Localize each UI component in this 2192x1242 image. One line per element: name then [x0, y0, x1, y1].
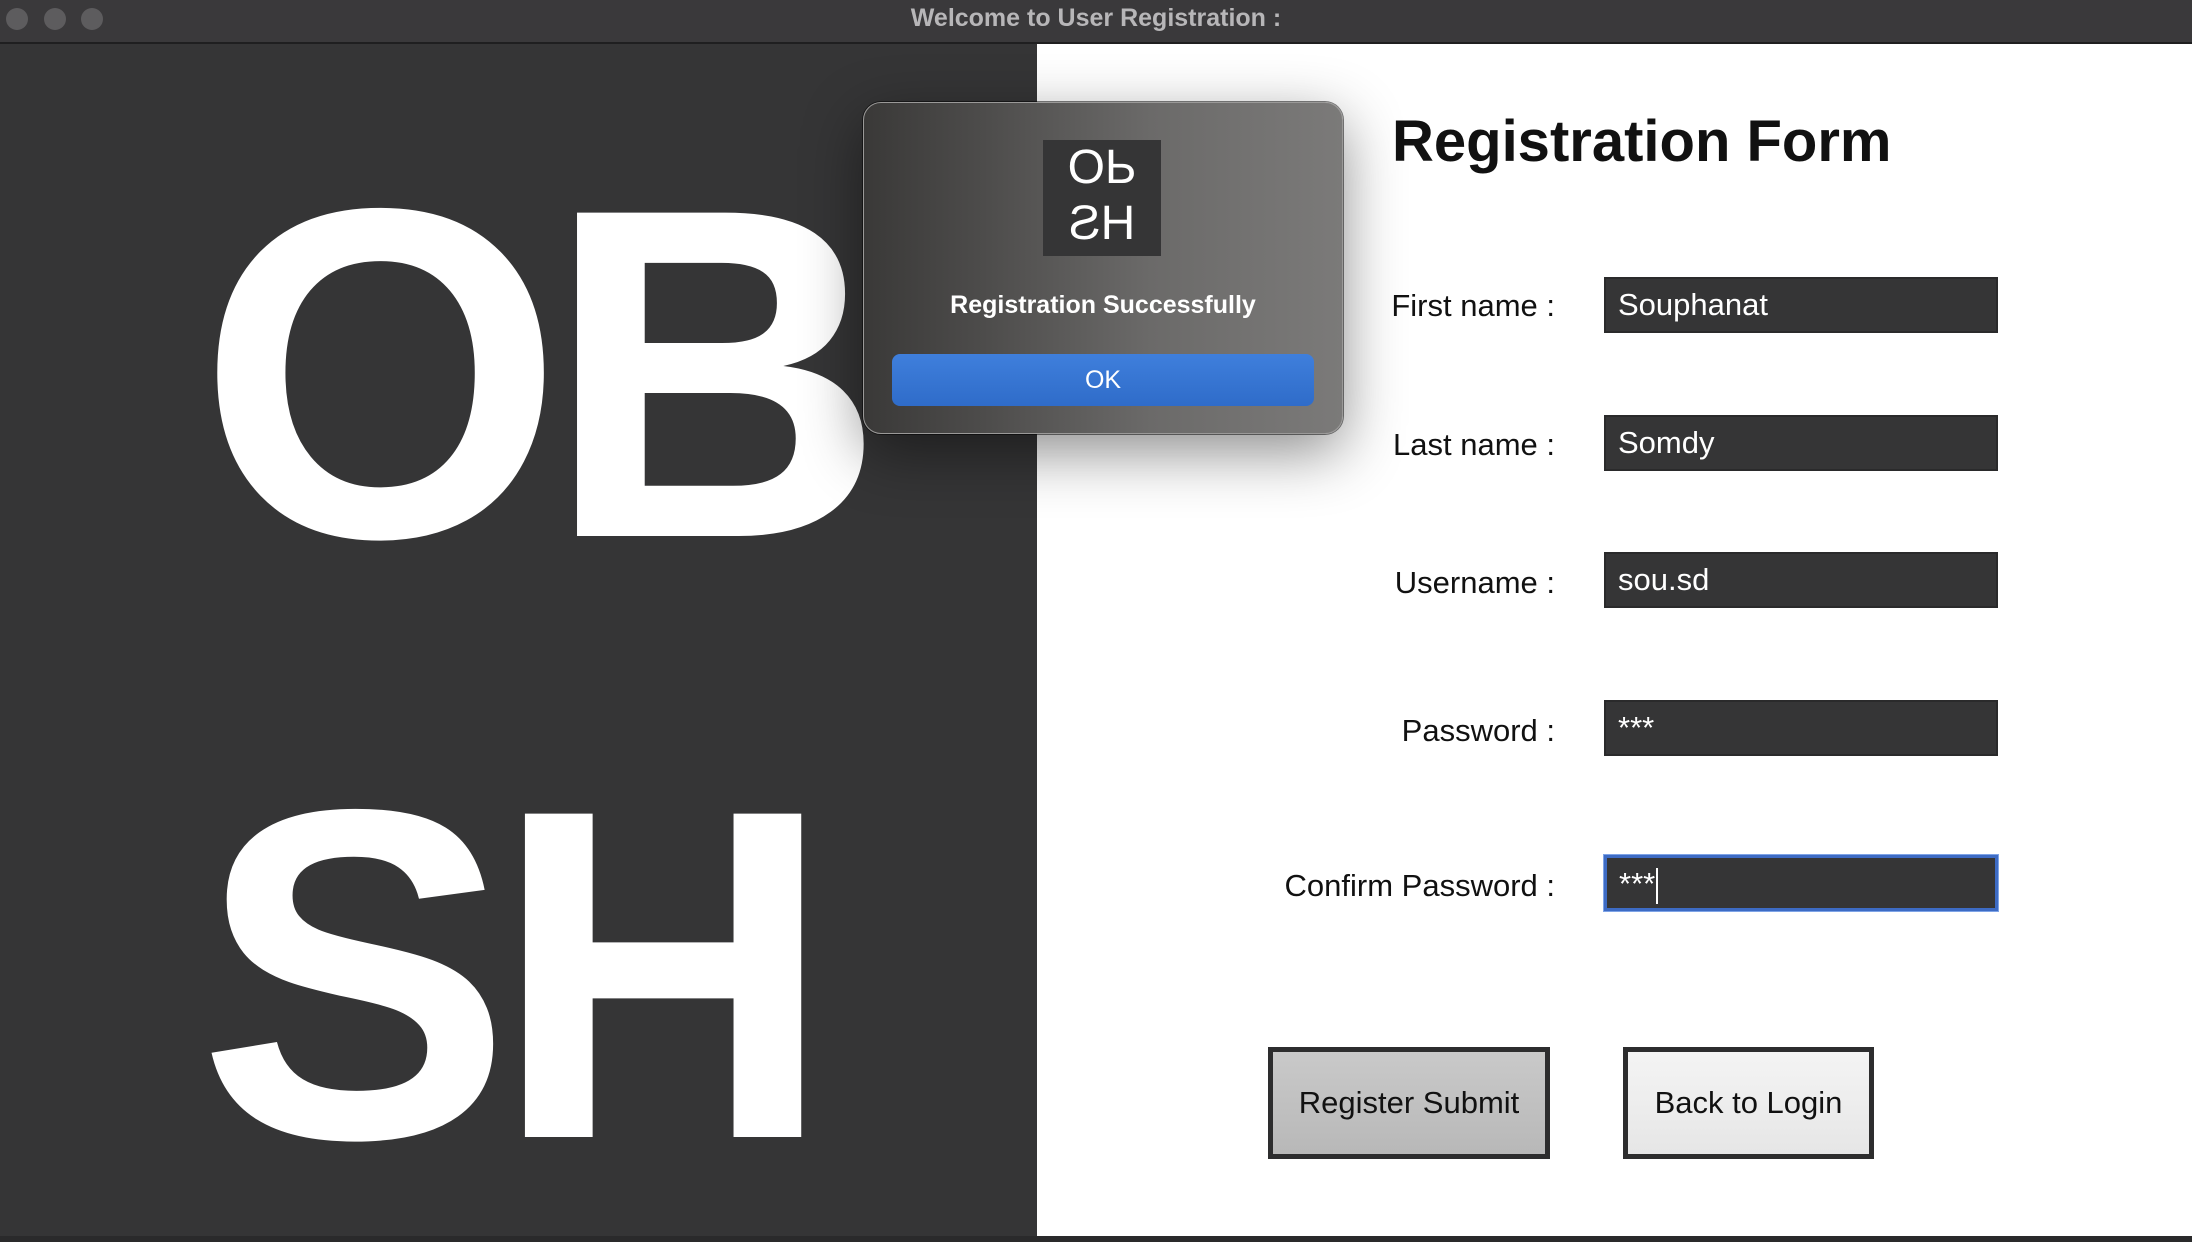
confirm-password-input[interactable]: ***: [1604, 855, 1998, 911]
text-caret: [1656, 867, 1659, 904]
title-bar: Welcome to User Registration :: [0, 0, 2192, 44]
back-to-login-button[interactable]: Back to Login: [1623, 1047, 1874, 1159]
register-submit-button[interactable]: Register Submit: [1268, 1047, 1550, 1159]
app-logo-icon-top: OЬ: [1067, 141, 1137, 194]
password-input[interactable]: ***: [1604, 700, 1998, 756]
form-title: Registration Form: [1392, 109, 1892, 174]
last-name-input[interactable]: Somdy: [1604, 415, 1998, 471]
confirm-password-value: ***: [1619, 866, 1656, 901]
app-window: Welcome to User Registration : OB SH Reg…: [0, 0, 2192, 1242]
dialog-message: Registration Successfully: [950, 291, 1256, 319]
first-name-input[interactable]: Souphanat: [1604, 277, 1998, 333]
last-name-label: Last name :: [1393, 427, 1555, 462]
logo-text-top: OB: [198, 111, 885, 636]
username-input[interactable]: sou.sd: [1604, 552, 1998, 608]
confirm-password-label: Confirm Password :: [1284, 868, 1555, 903]
window-bottom-border: [0, 1236, 2192, 1242]
app-logo-icon: OЬ ƧH: [1043, 140, 1161, 256]
window-title: Welcome to User Registration :: [910, 4, 1282, 32]
password-label: Password :: [1401, 713, 1555, 748]
username-label: Username :: [1394, 565, 1555, 600]
app-logo-icon-bottom: ƧH: [1068, 197, 1136, 250]
first-name-label: First name :: [1391, 288, 1555, 323]
ok-button[interactable]: OK: [892, 354, 1314, 406]
success-dialog: OЬ ƧH Registration Successfully OK: [863, 102, 1343, 434]
logo-text-bottom: SH: [198, 712, 833, 1236]
